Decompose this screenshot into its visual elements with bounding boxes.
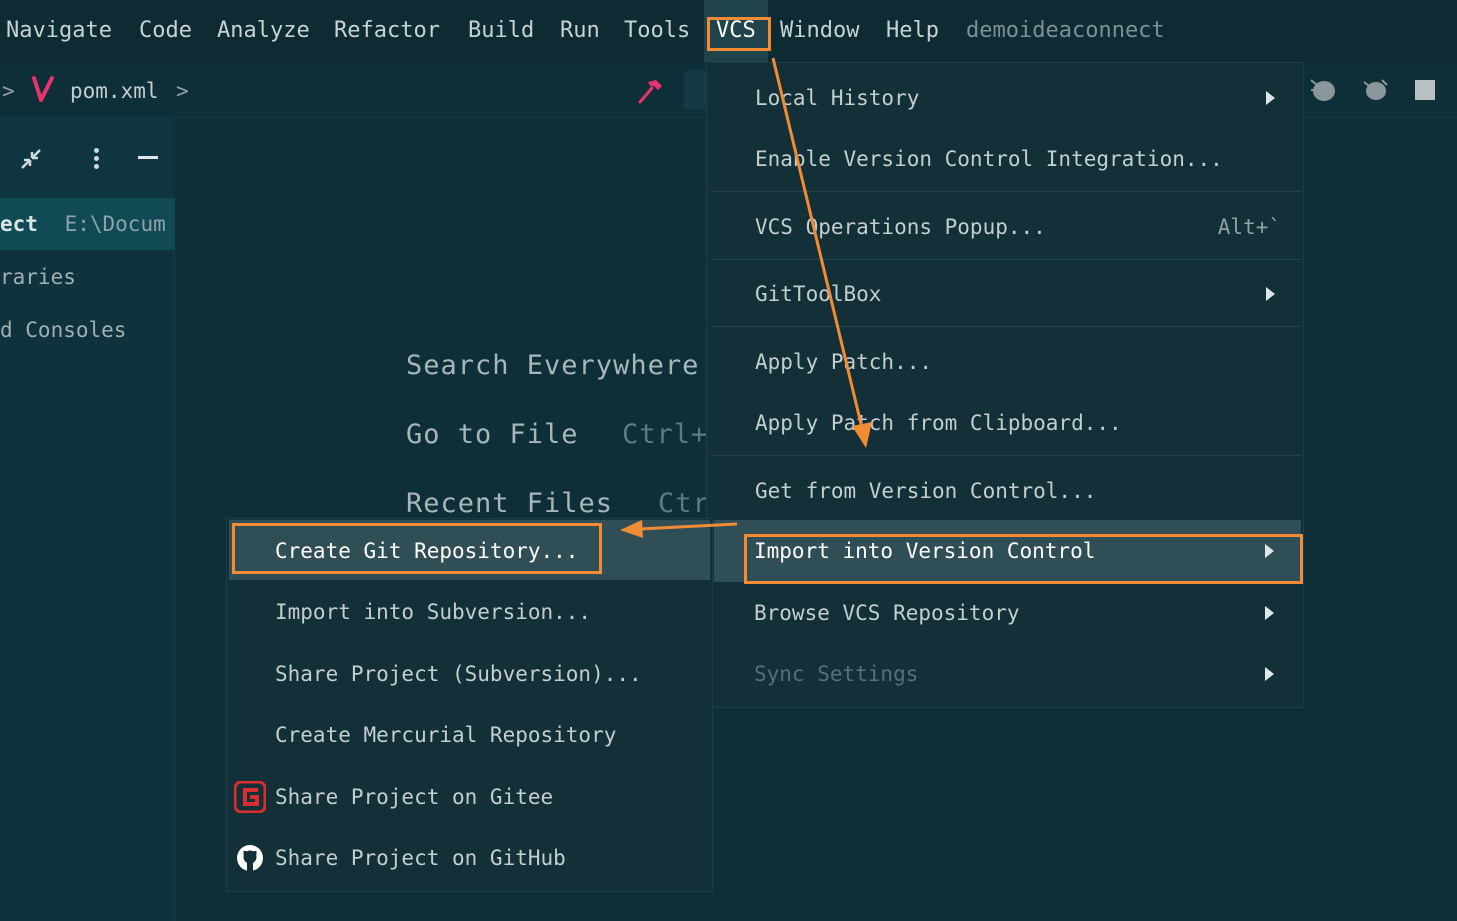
annotation-arrows xyxy=(620,57,872,538)
arrow-import-to-git xyxy=(639,522,738,531)
arrowhead-icon xyxy=(852,422,872,448)
arrowhead-icon xyxy=(620,520,643,538)
arrow-vcs-to-import xyxy=(771,57,864,429)
